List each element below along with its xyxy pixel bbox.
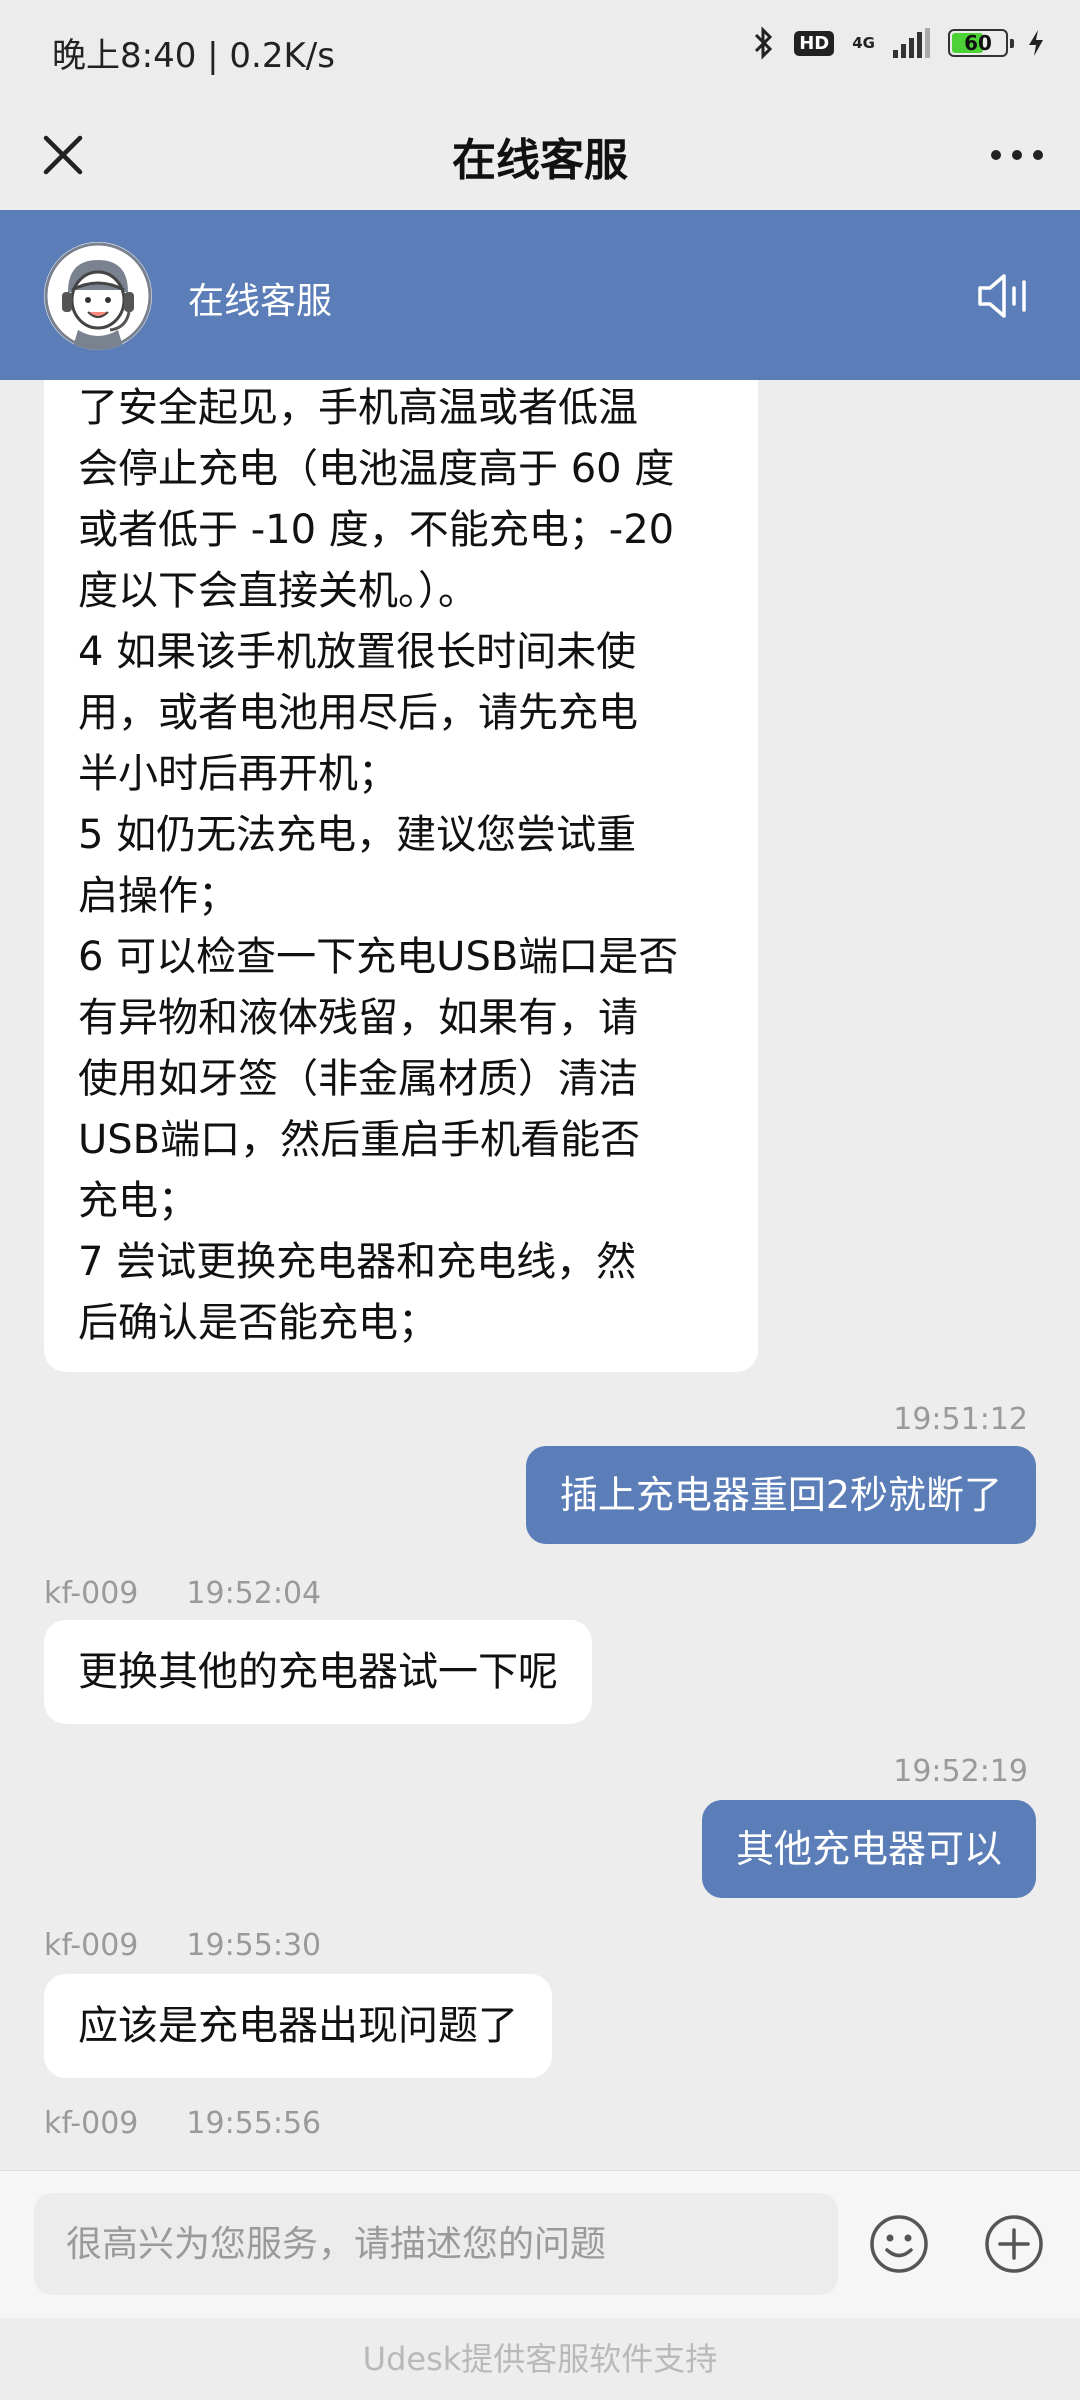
message-timestamp: 19:55:56 bbox=[186, 2106, 322, 2141]
agent-id: kf-009 bbox=[44, 1928, 139, 1963]
agent-id: kf-009 bbox=[44, 2106, 139, 2141]
speaker-icon[interactable] bbox=[974, 268, 1030, 324]
charging-icon bbox=[1029, 30, 1043, 56]
agent-id: kf-009 bbox=[44, 1576, 139, 1611]
message-meta: kf-009 19:52:04 bbox=[44, 1576, 369, 1611]
bluetooth-icon bbox=[755, 26, 773, 60]
plus-icon[interactable] bbox=[975, 2205, 1053, 2283]
message-bubble-user: 插上充电器重回2秒就断了 bbox=[525, 1446, 1036, 1544]
message-bubble-agent: 了安全起见，手机高温或者低温 会停止充电（电池温度高于 60 度 或者低于 -1… bbox=[44, 380, 758, 1372]
message-meta: kf-009 19:55:30 bbox=[44, 1928, 369, 1963]
message-timestamp: 19:55:30 bbox=[186, 1928, 322, 1963]
emoji-icon[interactable] bbox=[860, 2205, 938, 2283]
network-type: 4G bbox=[852, 34, 875, 52]
message-timestamp: 19:52:04 bbox=[186, 1576, 322, 1611]
message-bubble-agent: 更换其他的充电器试一下呢 bbox=[44, 1620, 592, 1724]
nav-bar: 在线客服 bbox=[0, 100, 1080, 210]
powered-by-footer: Udesk提供客服软件支持 bbox=[0, 2318, 1080, 2400]
agent-name: 在线客服 bbox=[188, 281, 333, 322]
input-bar bbox=[0, 2170, 1080, 2319]
page-title: 在线客服 bbox=[452, 135, 628, 186]
agent-avatar bbox=[44, 242, 152, 350]
battery-icon: 60 bbox=[948, 29, 1014, 57]
message-timestamp: 19:52:19 bbox=[893, 1754, 1028, 1789]
hd-badge: HD bbox=[794, 30, 835, 56]
status-time: 晚上8:40 | 0.2K/s bbox=[52, 36, 335, 76]
chat-history[interactable]: 了安全起见，手机高温或者低温 会停止充电（电池温度高于 60 度 或者低于 -1… bbox=[0, 380, 1080, 2170]
message-input[interactable] bbox=[34, 2193, 838, 2295]
message-bubble-agent: 应该是充电器出现问题了 bbox=[44, 1974, 552, 2078]
more-icon[interactable] bbox=[982, 120, 1052, 190]
message-meta: kf-009 19:55:56 bbox=[44, 2106, 369, 2141]
agent-header: 在线客服 bbox=[0, 210, 1080, 380]
message-bubble-user: 其他充电器可以 bbox=[701, 1800, 1036, 1898]
support-agent-icon bbox=[44, 242, 152, 350]
status-bar: 晚上8:40 | 0.2K/s HD 4G 60 bbox=[0, 0, 1080, 100]
signal-icon bbox=[893, 28, 930, 58]
message-timestamp: 19:51:12 bbox=[893, 1402, 1028, 1437]
status-icons: HD 4G 60 bbox=[752, 26, 1046, 60]
battery-level: 60 bbox=[964, 31, 992, 55]
